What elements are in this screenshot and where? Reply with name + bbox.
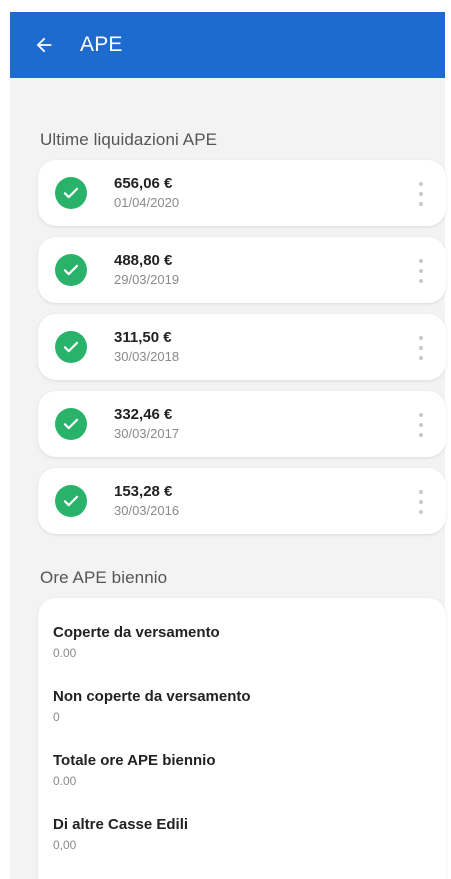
ore-label: Coperte da versamento xyxy=(53,624,220,641)
liquidazione-date: 01/04/2020 xyxy=(114,195,180,210)
ore-value: 0.00 xyxy=(53,646,77,660)
liquidazione-amount: 311,50 € xyxy=(114,329,172,346)
content-area: Ultime liquidazioni APE 656,06 € 01/04/2… xyxy=(10,78,446,879)
liquidazione-date: 30/03/2016 xyxy=(114,503,180,518)
section-title-ore: Ore APE biennio xyxy=(40,568,168,587)
liquidazione-card[interactable]: 332,46 € 30/03/2017 xyxy=(38,391,446,457)
ore-label: Totale ore APE biennio xyxy=(53,752,216,769)
more-vert-icon[interactable] xyxy=(416,490,426,514)
ore-value: 0,00 xyxy=(53,838,77,852)
ore-item-non-coperte: Non coperte da versamento 0 xyxy=(53,688,251,725)
page-title: APE xyxy=(80,33,123,56)
liquidazione-card[interactable]: 311,50 € 30/03/2018 xyxy=(38,314,446,380)
liquidazione-card[interactable]: 153,28 € 30/03/2016 xyxy=(38,468,446,534)
liquidazione-amount: 656,06 € xyxy=(114,175,173,192)
more-vert-icon[interactable] xyxy=(416,413,426,437)
screen: APE Ultime liquidazioni APE 656,06 € 01/… xyxy=(0,0,451,879)
ore-label: Di altre Casse Edili xyxy=(53,816,189,833)
ore-item-altre-casse: Di altre Casse Edili 0,00 xyxy=(53,816,188,853)
ore-value: 0.00 xyxy=(53,774,77,788)
liquidazione-card[interactable]: 488,80 € 29/03/2019 xyxy=(38,237,446,303)
check-circle-icon xyxy=(55,331,87,363)
ore-label: Non coperte da versamento xyxy=(53,688,251,705)
liquidazione-amount: 488,80 € xyxy=(114,252,173,269)
liquidazione-date: 30/03/2018 xyxy=(114,349,180,364)
app-bar: APE xyxy=(10,12,445,78)
check-circle-icon xyxy=(55,254,87,286)
check-circle-icon xyxy=(55,408,87,440)
liquidazione-card[interactable]: 656,06 € 01/04/2020 xyxy=(38,160,446,226)
ore-item-totale: Totale ore APE biennio 0.00 xyxy=(53,752,216,789)
arrow-left-icon xyxy=(36,37,52,53)
more-vert-icon[interactable] xyxy=(416,259,426,283)
more-vert-icon[interactable] xyxy=(416,182,426,206)
check-circle-icon xyxy=(55,485,87,517)
more-vert-icon[interactable] xyxy=(416,336,426,360)
ore-item-coperte: Coperte da versamento 0.00 xyxy=(53,624,220,661)
section-title-liquidazioni: Ultime liquidazioni APE xyxy=(40,130,218,149)
ore-value: 0 xyxy=(53,710,60,724)
liquidazione-amount: 332,46 € xyxy=(114,406,173,423)
liquidazione-date: 30/03/2017 xyxy=(114,426,180,441)
liquidazione-amount: 153,28 € xyxy=(114,483,173,500)
back-button[interactable] xyxy=(24,25,64,65)
liquidazione-date: 29/03/2019 xyxy=(114,272,180,287)
check-circle-icon xyxy=(55,177,87,209)
ore-biennio-card: Coperte da versamento 0.00 Non coperte d… xyxy=(38,598,446,879)
